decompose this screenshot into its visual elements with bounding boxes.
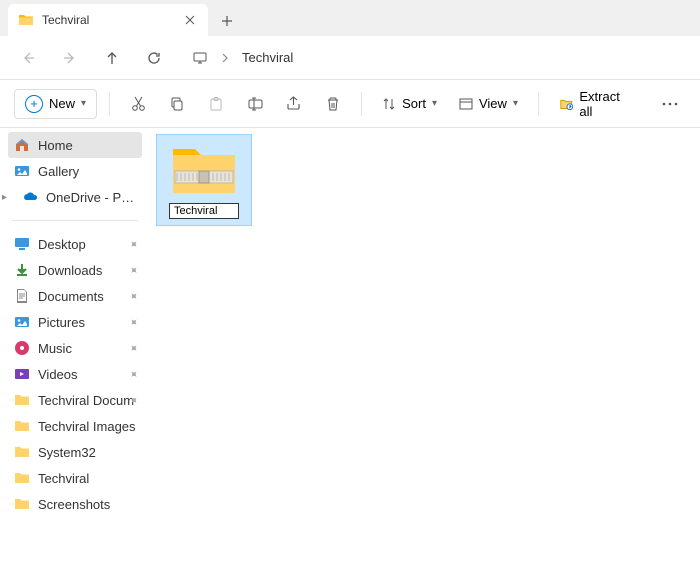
documents-icon	[14, 288, 30, 304]
desktop-icon	[14, 236, 30, 252]
toolbar-separator	[361, 92, 362, 116]
file-name-input[interactable]	[169, 203, 239, 219]
folder-icon	[14, 392, 30, 408]
extract-all-button[interactable]: Extract all	[551, 84, 639, 124]
monitor-icon	[192, 50, 208, 66]
sidebar-item-label: Music	[38, 341, 136, 356]
music-icon	[14, 340, 30, 356]
sidebar-item-label: Gallery	[38, 164, 136, 179]
close-tab-button[interactable]	[182, 12, 198, 28]
new-button[interactable]: + New ▾	[14, 89, 97, 119]
sidebar-item-pictures[interactable]: Pictures ✦	[8, 309, 142, 335]
plus-icon: +	[25, 95, 43, 113]
folder-icon	[14, 470, 30, 486]
content-area[interactable]	[150, 128, 700, 570]
breadcrumb[interactable]: Techviral	[192, 50, 293, 66]
sidebar-item-label: Pictures	[38, 315, 136, 330]
sidebar-item-music[interactable]: Music ✦	[8, 335, 142, 361]
chevron-down-icon: ▾	[81, 98, 86, 109]
sidebar-item-label: OneDrive - Persona	[46, 190, 136, 205]
sidebar-item-label: Techviral Docum	[38, 393, 136, 408]
sort-button[interactable]: Sort ▾	[374, 91, 445, 116]
navbar: Techviral	[0, 36, 700, 80]
sidebar-item-label: Downloads	[38, 263, 136, 278]
delete-button[interactable]	[316, 86, 349, 122]
sidebar-item-gallery[interactable]: Gallery	[8, 158, 142, 184]
paste-button[interactable]	[200, 86, 233, 122]
sidebar-item-label: Techviral Images	[38, 419, 136, 434]
forward-button[interactable]	[58, 46, 82, 70]
sidebar-item-downloads[interactable]: Downloads ✦	[8, 257, 142, 283]
up-button[interactable]	[100, 46, 124, 70]
sidebar-item-label: Techviral	[38, 471, 136, 486]
new-tab-button[interactable]	[212, 6, 242, 36]
new-button-label: New	[49, 96, 75, 111]
folder-icon	[14, 444, 30, 460]
sidebar-item-folder[interactable]: Techviral Images	[8, 413, 142, 439]
toolbar: + New ▾ Sort ▾ View ▾ Extract all	[0, 80, 700, 128]
rename-button[interactable]	[239, 86, 272, 122]
folder-icon	[18, 12, 34, 28]
toolbar-separator	[109, 92, 110, 116]
refresh-button[interactable]	[142, 46, 166, 70]
file-item-zip[interactable]	[156, 134, 252, 226]
extract-icon	[559, 96, 574, 112]
copy-button[interactable]	[161, 86, 194, 122]
breadcrumb-current[interactable]: Techviral	[242, 50, 293, 65]
sidebar-item-folder[interactable]: Techviral Docum ✦	[8, 387, 142, 413]
sidebar-item-label: Screenshots	[38, 497, 136, 512]
back-button[interactable]	[16, 46, 40, 70]
pictures-icon	[14, 314, 30, 330]
sidebar-item-folder[interactable]: Techviral	[8, 465, 142, 491]
folder-icon	[14, 496, 30, 512]
view-button[interactable]: View ▾	[451, 91, 526, 116]
sidebar-item-folder[interactable]: System32	[8, 439, 142, 465]
cut-button[interactable]	[122, 86, 155, 122]
sidebar-separator	[12, 220, 138, 221]
sidebar-item-folder[interactable]: Screenshots	[8, 491, 142, 517]
sidebar-item-onedrive[interactable]: ▸ OneDrive - Persona	[8, 184, 142, 210]
chevron-down-icon: ▾	[432, 98, 437, 109]
sidebar-item-label: Desktop	[38, 237, 136, 252]
onedrive-icon	[22, 189, 38, 205]
folder-icon	[14, 418, 30, 434]
sidebar-item-videos[interactable]: Videos ✦	[8, 361, 142, 387]
share-button[interactable]	[277, 86, 310, 122]
zip-folder-icon	[169, 141, 239, 199]
window-tab[interactable]: Techviral	[8, 4, 208, 36]
view-label: View	[479, 96, 507, 111]
chevron-right-icon	[220, 53, 230, 63]
sidebar-item-label: Home	[38, 138, 136, 153]
sidebar-item-desktop[interactable]: Desktop ✦	[8, 231, 142, 257]
home-icon	[14, 137, 30, 153]
chevron-down-icon: ▾	[513, 98, 518, 109]
sidebar: Home Gallery ▸ OneDrive - Persona Deskto…	[0, 128, 150, 570]
chevron-right-icon[interactable]: ▸	[2, 192, 7, 203]
sort-label: Sort	[402, 96, 426, 111]
extract-label: Extract all	[579, 89, 631, 119]
titlebar: Techviral	[0, 0, 700, 36]
sidebar-item-label: System32	[38, 445, 136, 460]
toolbar-separator	[538, 92, 539, 116]
sidebar-item-documents[interactable]: Documents ✦	[8, 283, 142, 309]
sidebar-item-label: Documents	[38, 289, 136, 304]
downloads-icon	[14, 262, 30, 278]
videos-icon	[14, 366, 30, 382]
tab-title: Techviral	[42, 13, 182, 27]
sort-icon	[382, 97, 396, 111]
view-icon	[459, 97, 473, 111]
more-button[interactable]	[653, 86, 686, 122]
sidebar-item-label: Videos	[38, 367, 136, 382]
gallery-icon	[14, 163, 30, 179]
sidebar-item-home[interactable]: Home	[8, 132, 142, 158]
